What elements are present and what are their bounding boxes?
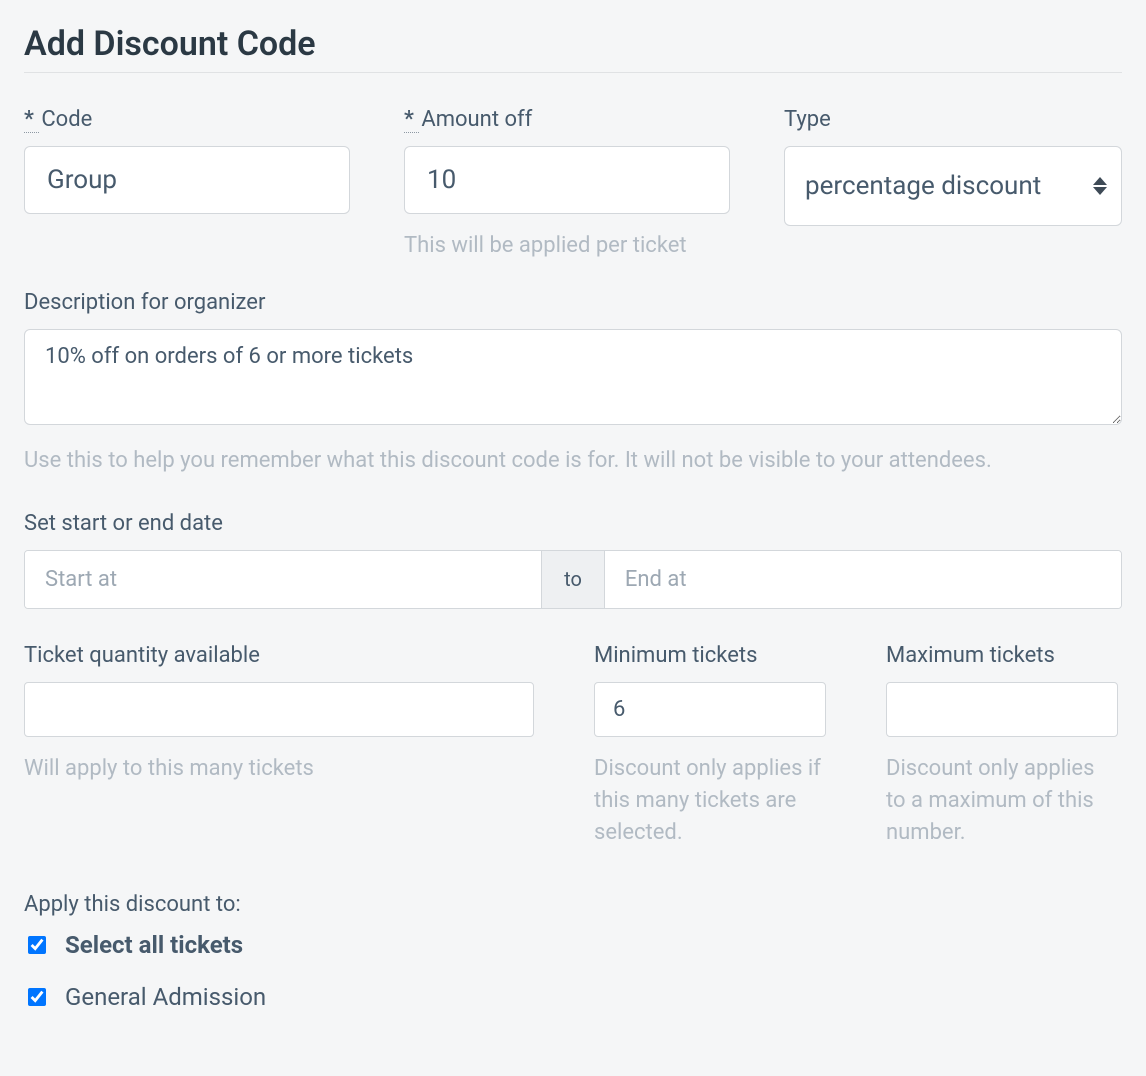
apply-section: Apply this discount to: Select all ticke… (24, 892, 1122, 1011)
quantity-helper: Will apply to this many tickets (24, 753, 534, 785)
description-field: Description for organizer Use this to he… (24, 290, 1122, 477)
date-field: Set start or end date to (24, 511, 1122, 609)
ticket-label: General Admission (65, 983, 266, 1011)
description-label: Description for organizer (24, 290, 1122, 315)
type-label: Type (784, 107, 1122, 132)
apply-label: Apply this discount to: (24, 892, 1122, 917)
quantity-field: Ticket quantity available Will apply to … (24, 643, 534, 849)
ticket-checkbox[interactable] (28, 988, 46, 1006)
amount-field: Amount off This will be applied per tick… (404, 107, 730, 262)
code-label: Code (24, 107, 350, 132)
max-field: Maximum tickets Discount only applies to… (886, 643, 1118, 849)
max-label: Maximum tickets (886, 643, 1118, 668)
type-select[interactable]: percentage discount (784, 146, 1122, 226)
max-input[interactable] (886, 682, 1118, 737)
amount-helper: This will be applied per ticket (404, 230, 730, 262)
end-date-input[interactable] (605, 551, 1121, 608)
date-label: Set start or end date (24, 511, 1122, 536)
page-title: Add Discount Code (24, 24, 1122, 64)
select-all-label: Select all tickets (65, 931, 243, 959)
min-field: Minimum tickets Discount only applies if… (594, 643, 826, 849)
description-input[interactable] (24, 329, 1122, 425)
min-input[interactable] (594, 682, 826, 737)
code-input[interactable] (24, 146, 350, 214)
select-all-checkbox[interactable] (28, 936, 46, 954)
code-field: Code (24, 107, 350, 262)
amount-label: Amount off (404, 107, 730, 132)
description-helper: Use this to help you remember what this … (24, 445, 1122, 477)
min-helper: Discount only applies if this many ticke… (594, 753, 826, 849)
quantity-label: Ticket quantity available (24, 643, 534, 668)
max-helper: Discount only applies to a maximum of th… (886, 753, 1118, 849)
type-selected-text: percentage discount (805, 171, 1041, 201)
start-date-input[interactable] (25, 551, 541, 608)
title-divider (24, 72, 1122, 73)
quantity-input[interactable] (24, 682, 534, 737)
min-label: Minimum tickets (594, 643, 826, 668)
amount-input[interactable] (404, 146, 730, 214)
date-separator: to (541, 551, 605, 608)
select-chevron-icon (1093, 177, 1107, 195)
type-field: Type percentage discount (784, 107, 1122, 262)
